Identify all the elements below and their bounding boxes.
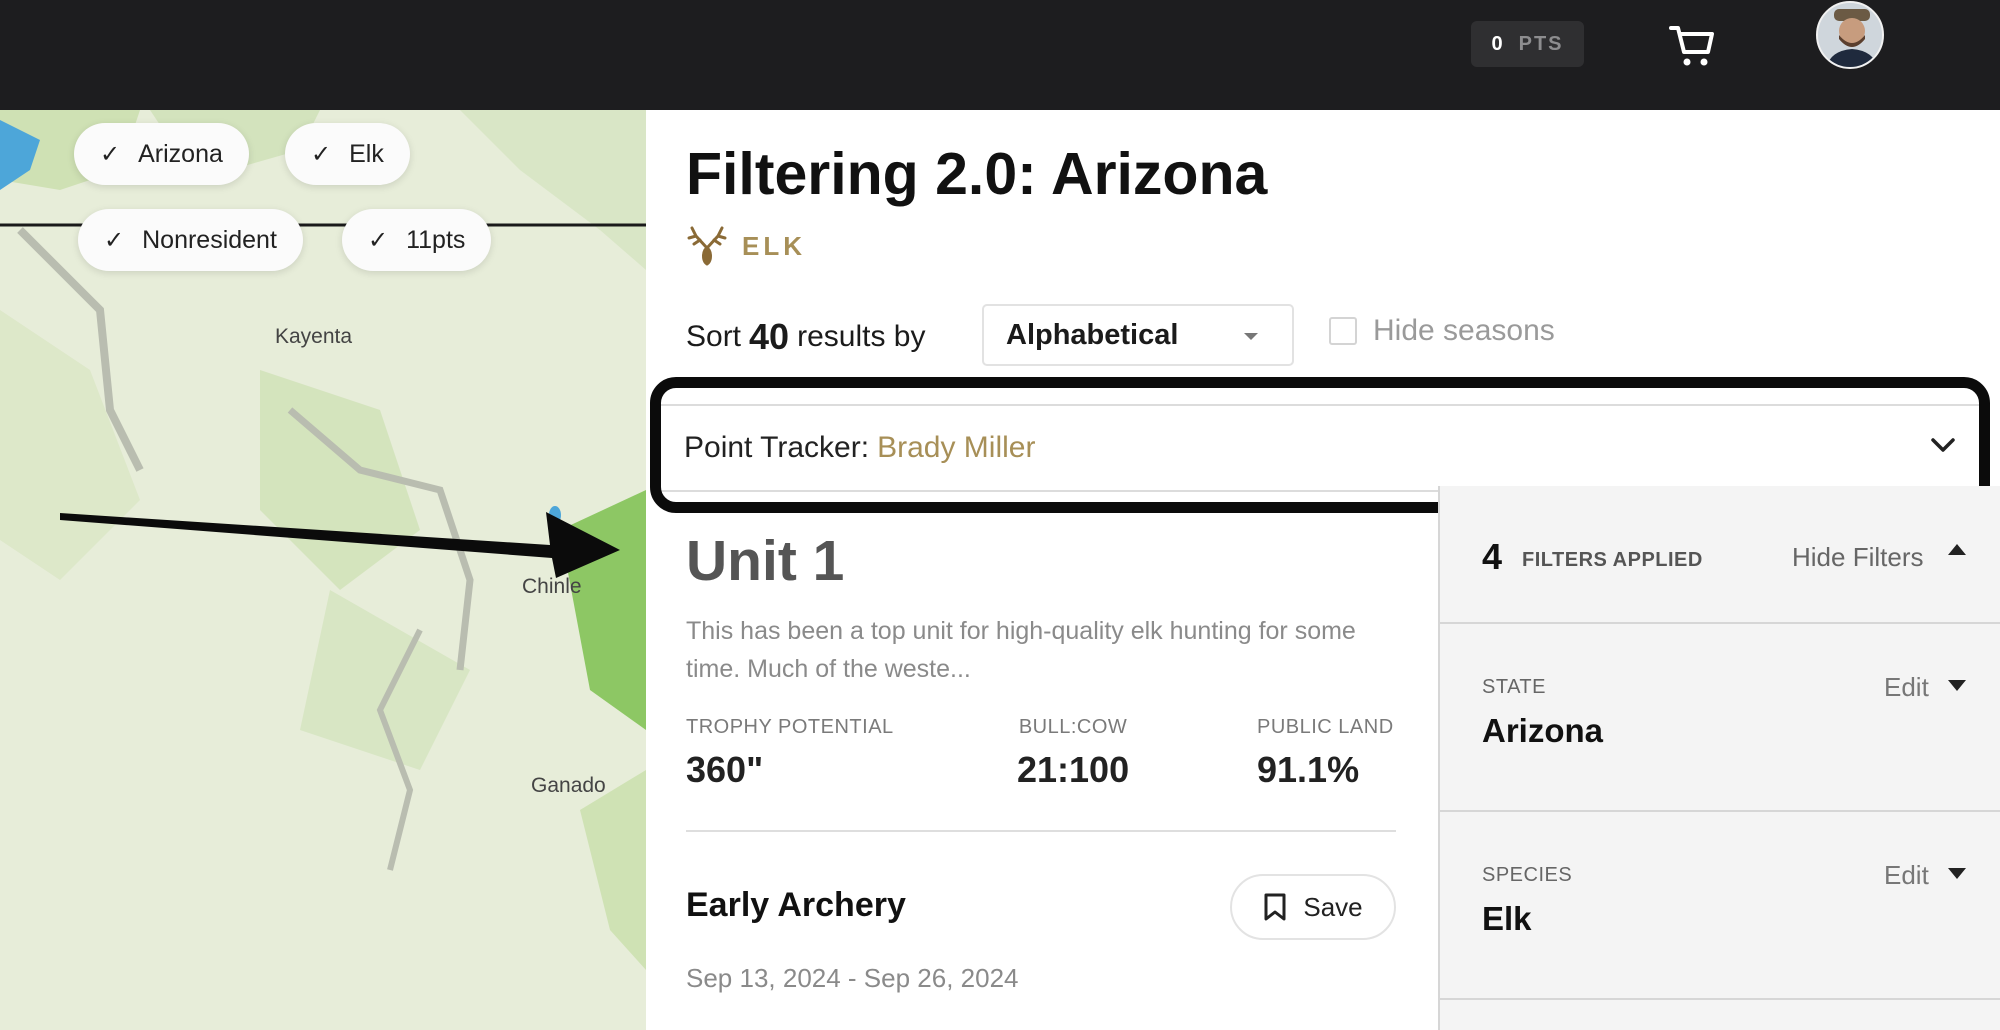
check-icon: ✓ <box>100 140 121 168</box>
elk-antler-icon <box>687 226 727 266</box>
chip-elk[interactable]: ✓ Elk <box>285 123 410 185</box>
map-place-chinle: Chinle <box>522 575 582 598</box>
check-icon: ✓ <box>368 226 389 254</box>
sort-row: Sort 40 results by <box>686 306 925 368</box>
filter-label: STATE <box>1482 676 1546 698</box>
chip-label: Elk <box>349 139 384 168</box>
stat-value: 360" <box>686 749 764 790</box>
stat-label: PUBLIC LAND <box>1257 716 1394 738</box>
season-name: Early Archery <box>686 886 906 924</box>
hide-seasons-checkbox[interactable] <box>1329 317 1357 345</box>
sort-dropdown[interactable]: Alphabetical <box>982 304 1294 366</box>
check-icon: ✓ <box>311 140 332 168</box>
season-dates: Sep 13, 2024 - Sep 26, 2024 <box>686 963 1019 993</box>
save-label: Save <box>1303 891 1363 922</box>
filters-header: 4 FILTERS APPLIED Hide Filters <box>1440 486 2000 624</box>
filter-value: Elk <box>1482 900 1532 937</box>
chip-nonresident[interactable]: ✓ Nonresident <box>78 209 303 271</box>
map-place-ganado: Ganado <box>531 774 606 797</box>
stat-public-land: PUBLIC LAND 91.1% <box>1257 716 1394 791</box>
hide-seasons-label: Hide seasons <box>1373 314 1555 347</box>
filter-species: SPECIES Elk Edit <box>1440 812 2000 1000</box>
sort-selected: Alphabetical <box>1006 318 1179 351</box>
caret-up-icon[interactable] <box>1948 544 1966 555</box>
cart-icon[interactable] <box>1667 20 1717 70</box>
save-button[interactable]: Save <box>1230 874 1396 940</box>
hide-filters-button[interactable]: Hide Filters <box>1792 542 1923 573</box>
user-avatar[interactable] <box>1816 1 1884 69</box>
species-label: ELK <box>742 230 806 261</box>
top-bar: 0 PTS <box>0 0 2000 110</box>
stat-label: BULL:COW <box>1018 716 1128 738</box>
stat-bull-cow: BULL:COW 21:100 <box>1017 716 1129 791</box>
chip-label: Nonresident <box>142 225 277 254</box>
points-label: PTS <box>1518 32 1564 55</box>
bookmark-icon <box>1264 893 1286 921</box>
unit-description: This has been a top unit for high-qualit… <box>686 617 1356 683</box>
species-heading: ELK <box>686 226 806 266</box>
results-count: 40 <box>749 316 790 357</box>
filter-state: STATE Arizona Edit <box>1440 624 2000 812</box>
filter-label: SPECIES <box>1482 864 1573 886</box>
filters-sidebar: 4 FILTERS APPLIED Hide Filters STATE Ari… <box>1438 486 2000 1030</box>
edit-state-button[interactable]: Edit <box>1884 672 1929 703</box>
chip-label: Arizona <box>138 139 223 168</box>
caret-down-icon <box>1244 333 1258 340</box>
divider <box>686 830 1396 832</box>
caret-down-icon[interactable] <box>1948 680 1966 691</box>
filter-value: Arizona <box>1482 712 1604 749</box>
avatar-photo-icon <box>1818 3 1882 67</box>
chip-arizona[interactable]: ✓ Arizona <box>74 123 249 185</box>
check-icon: ✓ <box>104 226 125 254</box>
stat-label: TROPHY POTENTIAL <box>686 716 894 738</box>
points-value: 0 <box>1491 32 1505 55</box>
edit-species-button[interactable]: Edit <box>1884 860 1929 891</box>
filters-applied-label: FILTERS APPLIED <box>1522 549 1703 571</box>
chip-points[interactable]: ✓ 11pts <box>342 209 492 271</box>
map-view[interactable]: ✓ Arizona ✓ Elk ✓ Nonresident ✓ 11pts Ka… <box>0 110 646 1030</box>
points-badge[interactable]: 0 PTS <box>1471 21 1584 67</box>
hide-seasons-toggle[interactable]: Hide seasons <box>1329 314 1555 348</box>
sort-suffix: results by <box>797 320 926 353</box>
chip-label: 11pts <box>406 225 466 254</box>
caret-down-icon[interactable] <box>1948 868 1966 879</box>
map-place-kayenta: Kayenta <box>275 325 353 348</box>
stat-value: 91.1% <box>1257 749 1360 790</box>
unit-title[interactable]: Unit 1 <box>686 528 844 594</box>
stat-trophy-potential: TROPHY POTENTIAL 360" <box>686 716 894 791</box>
sort-prefix: Sort <box>686 320 742 353</box>
stat-value: 21:100 <box>1017 749 1130 790</box>
page-title: Filtering 2.0: Arizona <box>686 141 1268 207</box>
filters-count: 4 <box>1482 536 1503 577</box>
